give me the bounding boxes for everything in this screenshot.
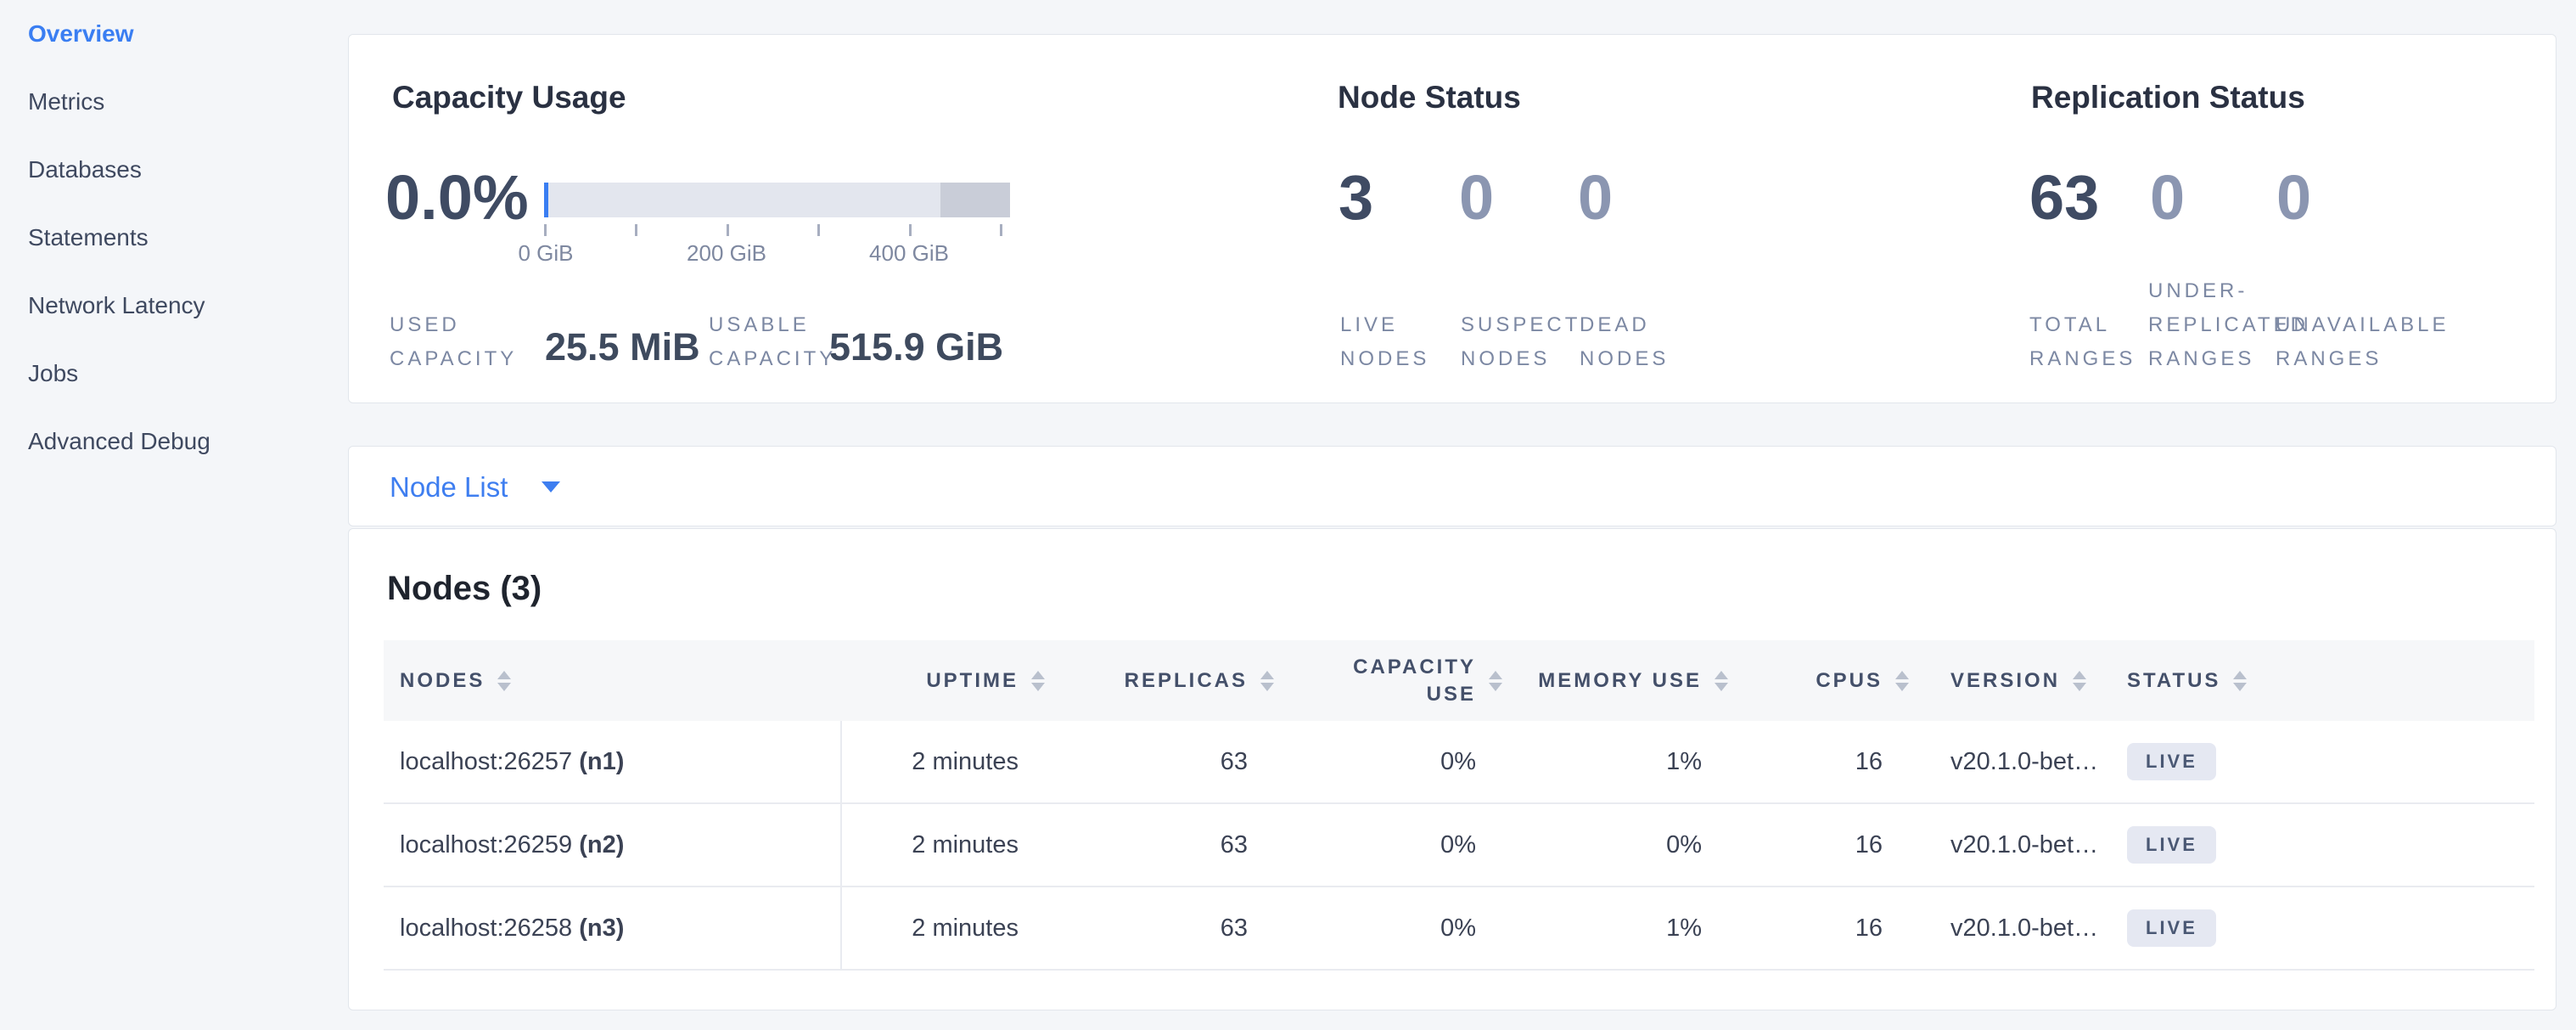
gauge-tick [1000, 224, 1002, 236]
nodes-table-header: NODES UPTIME REPLICAS CAPACITY USE MEMOR… [384, 640, 2534, 721]
column-header-version[interactable]: VERSION [1911, 669, 2115, 693]
memory-use-cell: 1% [1505, 748, 1731, 776]
column-header-cpus[interactable]: CPUS [1731, 669, 1911, 693]
capacity-usage-title: Capacity Usage [392, 80, 626, 115]
status-badge: LIVE [2127, 826, 2216, 864]
gauge-axis-label: 200 GiB [687, 240, 766, 267]
version-cell: v20.1.0-bet… [1911, 915, 2115, 943]
gauge-tick [727, 224, 729, 236]
node-list-bar: Node List [348, 446, 2556, 526]
capacity-use-cell: 0% [1277, 831, 1505, 859]
uptime-cell: 2 minutes [840, 915, 1047, 943]
table-column-divider [840, 721, 842, 971]
under-replicated-ranges-count: 0 [2150, 162, 2185, 234]
status-badge: LIVE [2127, 909, 2216, 947]
node-list-dropdown[interactable]: Node List [390, 447, 560, 527]
sidebar-item-metrics[interactable]: Metrics [0, 68, 348, 136]
sort-icon [1712, 671, 1731, 691]
sort-icon [495, 671, 514, 691]
uptime-cell: 2 minutes [840, 831, 1047, 859]
table-row[interactable]: localhost:26259 (n2) 2 minutes 63 0% 0% … [384, 804, 2534, 887]
nodes-table-title: Nodes (3) [387, 570, 542, 608]
capacity-gauge: 0 GiB 200 GiB 400 GiB [544, 183, 1010, 293]
nodes-table-card: Nodes (3) NODES UPTIME REPLICAS CAPACITY… [348, 528, 2556, 1010]
status-cell: LIVE [2115, 743, 2534, 780]
replication-status-title: Replication Status [2031, 80, 2305, 115]
sidebar-item-overview[interactable]: Overview [0, 0, 348, 68]
memory-use-cell: 0% [1505, 831, 1731, 859]
sidebar-item-databases[interactable]: Databases [0, 136, 348, 204]
status-badge: LIVE [2127, 743, 2216, 780]
memory-use-cell: 1% [1505, 915, 1731, 943]
capacity-percent: 0.0% [385, 162, 529, 234]
gauge-axis-label: 0 GiB [518, 240, 573, 267]
total-ranges-label: TOTAL RANGES [2029, 308, 2135, 376]
sidebar-item-statements[interactable]: Statements [0, 204, 348, 272]
column-header-replicas[interactable]: REPLICAS [1047, 669, 1277, 693]
live-nodes-count: 3 [1339, 162, 1373, 234]
node-status-title: Node Status [1338, 80, 1521, 115]
node-address[interactable]: localhost:26259 (n2) [384, 831, 840, 859]
total-ranges-count: 63 [2029, 162, 2099, 234]
cpus-cell: 16 [1731, 831, 1911, 859]
sidebar: Overview Metrics Databases Statements Ne… [0, 0, 348, 1030]
status-cell: LIVE [2115, 909, 2534, 947]
node-address[interactable]: localhost:26257 (n1) [384, 748, 840, 776]
column-header-status[interactable]: STATUS [2115, 669, 2534, 693]
sort-icon [1893, 671, 1911, 691]
capacity-use-cell: 0% [1277, 748, 1505, 776]
gauge-tick [817, 224, 820, 236]
nodes-table: NODES UPTIME REPLICAS CAPACITY USE MEMOR… [384, 640, 2534, 971]
chevron-down-icon [542, 481, 560, 492]
unavailable-ranges-count: 0 [2276, 162, 2311, 234]
gauge-tick [544, 224, 547, 236]
usable-capacity-value: 515.9 GiB [829, 322, 1003, 373]
capacity-use-cell: 0% [1277, 915, 1505, 943]
suspect-nodes-count: 0 [1459, 162, 1494, 234]
dead-nodes-label: DEAD NODES [1580, 308, 1669, 376]
version-cell: v20.1.0-bet… [1911, 831, 2115, 859]
suspect-nodes-label: SUSPECT NODES [1461, 308, 1580, 376]
uptime-cell: 2 minutes [840, 748, 1047, 776]
column-header-uptime[interactable]: UPTIME [840, 669, 1047, 693]
sort-icon [2231, 671, 2249, 691]
sidebar-item-jobs[interactable]: Jobs [0, 340, 348, 408]
sidebar-item-network-latency[interactable]: Network Latency [0, 272, 348, 340]
column-header-nodes[interactable]: NODES [384, 669, 840, 693]
live-nodes-label: LIVE NODES [1340, 308, 1429, 376]
used-capacity-value: 25.5 MiB [545, 322, 700, 373]
column-header-memory-use[interactable]: MEMORY USE [1505, 669, 1731, 693]
usable-capacity-label: USABLE CAPACITY [709, 308, 836, 376]
used-capacity-label: USED CAPACITY [390, 308, 517, 376]
gauge-tick [909, 224, 912, 236]
replicas-cell: 63 [1047, 831, 1277, 859]
replicas-cell: 63 [1047, 915, 1277, 943]
version-cell: v20.1.0-bet… [1911, 748, 2115, 776]
capacity-gauge-used-segment [544, 183, 548, 217]
sort-icon [1029, 671, 1047, 691]
cpus-cell: 16 [1731, 748, 1911, 776]
gauge-tick [635, 224, 637, 236]
replicas-cell: 63 [1047, 748, 1277, 776]
cpus-cell: 16 [1731, 915, 1911, 943]
sort-icon [1258, 671, 1277, 691]
status-cell: LIVE [2115, 826, 2534, 864]
gauge-axis-label: 400 GiB [869, 240, 949, 267]
table-row[interactable]: localhost:26257 (n1) 2 minutes 63 0% 1% … [384, 721, 2534, 804]
node-address[interactable]: localhost:26258 (n3) [384, 915, 840, 943]
sort-icon [1486, 671, 1505, 691]
sidebar-item-advanced-debug[interactable]: Advanced Debug [0, 408, 348, 476]
node-list-dropdown-label: Node List [390, 471, 508, 504]
column-header-capacity-use[interactable]: CAPACITY USE [1277, 654, 1505, 708]
capacity-gauge-other-segment [940, 183, 1010, 217]
cluster-summary-card: Capacity Usage 0.0% 0 GiB 200 GiB 400 Gi… [348, 34, 2556, 403]
dead-nodes-count: 0 [1578, 162, 1613, 234]
sort-icon [2070, 671, 2089, 691]
unavailable-ranges-label: UNAVAILABLE RANGES [2276, 308, 2450, 376]
table-row[interactable]: localhost:26258 (n3) 2 minutes 63 0% 1% … [384, 887, 2534, 971]
